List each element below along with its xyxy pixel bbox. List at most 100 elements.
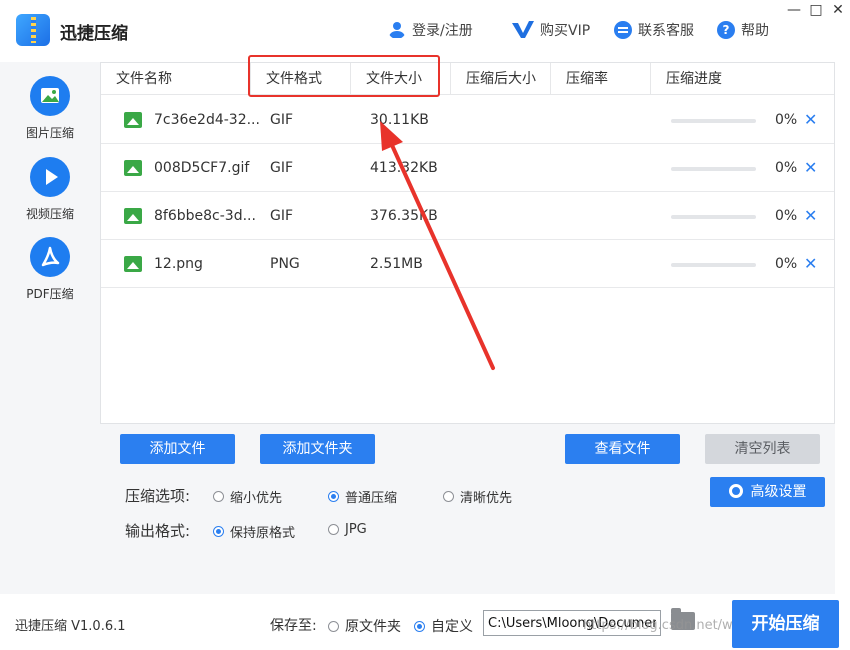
vip-icon — [512, 21, 534, 38]
compress-options-label: 压缩选项: — [125, 487, 191, 505]
image-file-icon — [124, 112, 142, 128]
col-header-progress: 压缩进度 — [666, 71, 722, 87]
remove-row-button[interactable]: ✕ — [804, 240, 817, 288]
sidebar-item-label: 视频压缩 — [25, 207, 74, 221]
progress-bar — [671, 263, 756, 267]
radio-format-original[interactable]: 保持原格式 — [213, 522, 295, 541]
file-name: 12.png — [154, 256, 203, 272]
progress-bar — [671, 167, 756, 171]
image-file-icon — [124, 160, 142, 176]
play-icon — [30, 157, 70, 197]
radio-compress-normal[interactable]: 普通压缩 — [328, 487, 397, 506]
footer-bar: 迅捷压缩 V1.0.6.1 保存至: 原文件夹 自定义 https://blog… — [0, 594, 850, 650]
close-button[interactable]: ✕ — [828, 2, 848, 18]
service-link[interactable]: 联系客服 — [614, 20, 694, 40]
table-row[interactable]: 7c36e2d4-32... GIF 30.11KB 0% ✕ — [101, 96, 834, 144]
help-label: 帮助 — [741, 23, 769, 39]
table-row[interactable]: 12.png PNG 2.51MB 0% ✕ — [101, 240, 834, 288]
login-label: 登录/注册 — [412, 23, 473, 39]
pdf-icon — [30, 237, 70, 277]
chat-icon — [614, 21, 632, 39]
progress-percent: 0% — [775, 256, 798, 272]
minimize-button[interactable]: — — [784, 2, 804, 18]
sidebar: 图片压缩 视频压缩 PDF压缩 — [0, 62, 100, 594]
progress-percent: 0% — [775, 160, 798, 176]
file-size: 376.35KB — [370, 208, 438, 224]
clear-list-button[interactable]: 清空列表 — [705, 434, 820, 464]
sidebar-item-video[interactable]: 视频压缩 — [0, 157, 100, 222]
radio-format-jpg[interactable]: JPG — [328, 522, 367, 537]
service-label: 联系客服 — [638, 23, 694, 39]
table-row[interactable]: 008D5CF7.gif GIF 413.32KB 0% ✕ — [101, 144, 834, 192]
file-format: GIF — [270, 112, 294, 128]
radio-label: JPG — [345, 522, 367, 537]
file-name: 008D5CF7.gif — [154, 160, 250, 176]
title-bar: 迅捷压缩 登录/注册 购买VIP 联系客服 ? 帮助 — □ ✕ — [0, 0, 850, 62]
start-compress-button[interactable]: 开始压缩 — [732, 600, 839, 648]
radio-indicator — [414, 620, 425, 632]
col-header-compressed-size: 压缩后大小 — [451, 63, 551, 95]
options-panel: 添加文件 添加文件夹 查看文件 清空列表 高级设置 压缩选项: 缩小优先 普通压… — [100, 424, 835, 594]
col-header-name: 文件名称 — [101, 63, 251, 95]
image-icon — [30, 76, 70, 116]
save-to-label: 保存至: — [270, 618, 317, 634]
file-name: 7c36e2d4-32... — [154, 112, 260, 128]
radio-indicator — [213, 491, 224, 502]
progress-percent: 0% — [775, 208, 798, 224]
file-format: GIF — [270, 160, 294, 176]
radio-indicator — [328, 491, 339, 502]
file-name: 8f6bbe8c-3d... — [154, 208, 256, 224]
file-size: 30.11KB — [370, 112, 429, 128]
progress-percent: 0% — [775, 112, 798, 128]
file-format: PNG — [270, 256, 300, 272]
remove-row-button[interactable]: ✕ — [804, 192, 817, 240]
radio-label: 保持原格式 — [230, 526, 296, 541]
vip-link[interactable]: 购买VIP — [512, 20, 590, 40]
col-header-ratio: 压缩率 — [551, 63, 651, 95]
app-title: 迅捷压缩 — [60, 24, 128, 44]
remove-row-button[interactable]: ✕ — [804, 96, 817, 144]
output-format-label: 输出格式: — [125, 522, 191, 540]
radio-compress-clear[interactable]: 清晰优先 — [443, 487, 512, 506]
vip-label: 购买VIP — [540, 23, 591, 39]
table-header: 文件名称 文件格式 文件大小 压缩后大小 压缩率 压缩进度 — [101, 63, 834, 95]
app-version: 迅捷压缩 V1.0.6.1 — [15, 619, 126, 634]
radio-indicator — [328, 620, 339, 632]
advanced-settings-label: 高级设置 — [750, 484, 807, 500]
image-file-icon — [124, 208, 142, 224]
radio-label: 清晰优先 — [460, 491, 513, 506]
progress-bar — [671, 215, 756, 219]
add-file-button[interactable]: 添加文件 — [120, 434, 235, 464]
remove-row-button[interactable]: ✕ — [804, 144, 817, 192]
table-row[interactable]: 8f6bbe8c-3d... GIF 376.35KB 0% ✕ — [101, 192, 834, 240]
radio-compress-small[interactable]: 缩小优先 — [213, 487, 282, 506]
file-size: 413.32KB — [370, 160, 438, 176]
radio-label: 缩小优先 — [230, 491, 283, 506]
radio-label: 自定义 — [431, 619, 473, 635]
radio-save-custom[interactable]: 自定义 — [414, 616, 473, 636]
progress-bar — [671, 119, 756, 123]
radio-indicator — [213, 526, 224, 537]
advanced-settings-button[interactable]: 高级设置 — [710, 477, 825, 507]
user-icon — [389, 22, 405, 38]
maximize-button[interactable]: □ — [806, 2, 826, 18]
highlight-box — [248, 55, 440, 97]
help-link[interactable]: ? 帮助 — [717, 20, 769, 40]
radio-indicator — [328, 524, 339, 535]
sidebar-item-image[interactable]: 图片压缩 — [0, 76, 100, 141]
file-format: GIF — [270, 208, 294, 224]
radio-label: 原文件夹 — [345, 619, 401, 635]
sidebar-item-label: 图片压缩 — [25, 126, 74, 140]
file-table: 文件名称 文件格式 文件大小 压缩后大小 压缩率 压缩进度 7c36e2d4-3… — [100, 62, 835, 424]
gear-icon — [728, 484, 743, 498]
radio-save-original[interactable]: 原文件夹 — [328, 616, 401, 636]
login-link[interactable]: 登录/注册 — [388, 20, 473, 40]
add-folder-button[interactable]: 添加文件夹 — [260, 434, 375, 464]
image-file-icon — [124, 256, 142, 272]
radio-indicator — [443, 491, 454, 502]
app-logo-icon — [16, 14, 50, 46]
sidebar-item-pdf[interactable]: PDF压缩 — [0, 237, 100, 302]
help-icon: ? — [717, 21, 735, 39]
file-size: 2.51MB — [370, 256, 423, 272]
view-files-button[interactable]: 查看文件 — [565, 434, 680, 464]
